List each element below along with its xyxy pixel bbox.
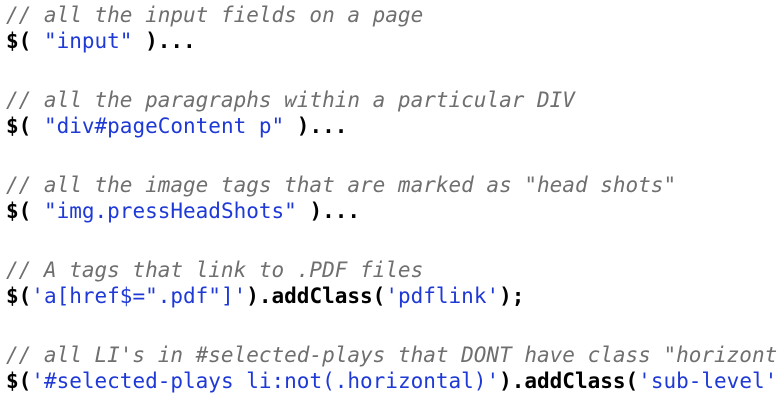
code-suffix: ); [499,284,525,308]
comment-line: // all the paragraphs within a particula… [6,88,575,112]
code-suffix: )... [284,114,348,138]
code-prefix: $( [6,199,44,223]
comment-line: // all the image tags that are marked as… [6,173,677,197]
string-literal: 'a[href$=".pdf"]' [31,284,247,308]
code-snippet: // all the input fields on a page $( "in… [0,0,777,408]
comment-line: // all the input fields on a page [6,3,424,27]
code-line: $( "div#pageContent p" )... [6,113,777,139]
string-literal: "div#pageContent p" [43,114,285,138]
string-literal: 'sub-level' [638,369,777,393]
code-block-pdf-links: // A tags that link to .PDF files $('a[h… [6,257,777,309]
code-prefix: $( [6,369,32,393]
code-block-head-shots: // all the image tags that are marked as… [6,172,777,224]
string-literal: "img.pressHeadShots" [43,199,297,223]
string-literal: "input" [43,29,133,53]
code-block-selected-plays: // all LI's in #selected-plays that DONT… [6,342,777,394]
code-line: $( "input" )... [6,28,777,54]
code-block-input-fields: // all the input fields on a page $( "in… [6,2,777,54]
code-line: $('a[href$=".pdf"]').addClass('pdflink')… [6,283,777,309]
method-call: ).addClass( [246,284,386,308]
code-line: $('#selected-plays li:not(.horizontal)')… [6,368,777,394]
code-prefix: $( [6,29,44,53]
code-suffix: )... [132,29,196,53]
code-prefix: $( [6,284,32,308]
method-call: ).addClass( [499,369,639,393]
code-suffix: )... [296,199,361,223]
string-literal: 'pdflink' [385,284,500,308]
code-prefix: $( [6,114,44,138]
string-literal: '#selected-plays li:not(.horizontal)' [31,369,500,393]
comment-line: // A tags that link to .PDF files [6,258,424,282]
code-block-paragraphs: // all the paragraphs within a particula… [6,87,777,139]
code-line: $( "img.pressHeadShots" )... [6,198,777,224]
comment-line: // all LI's in #selected-plays that DONT… [6,343,777,367]
